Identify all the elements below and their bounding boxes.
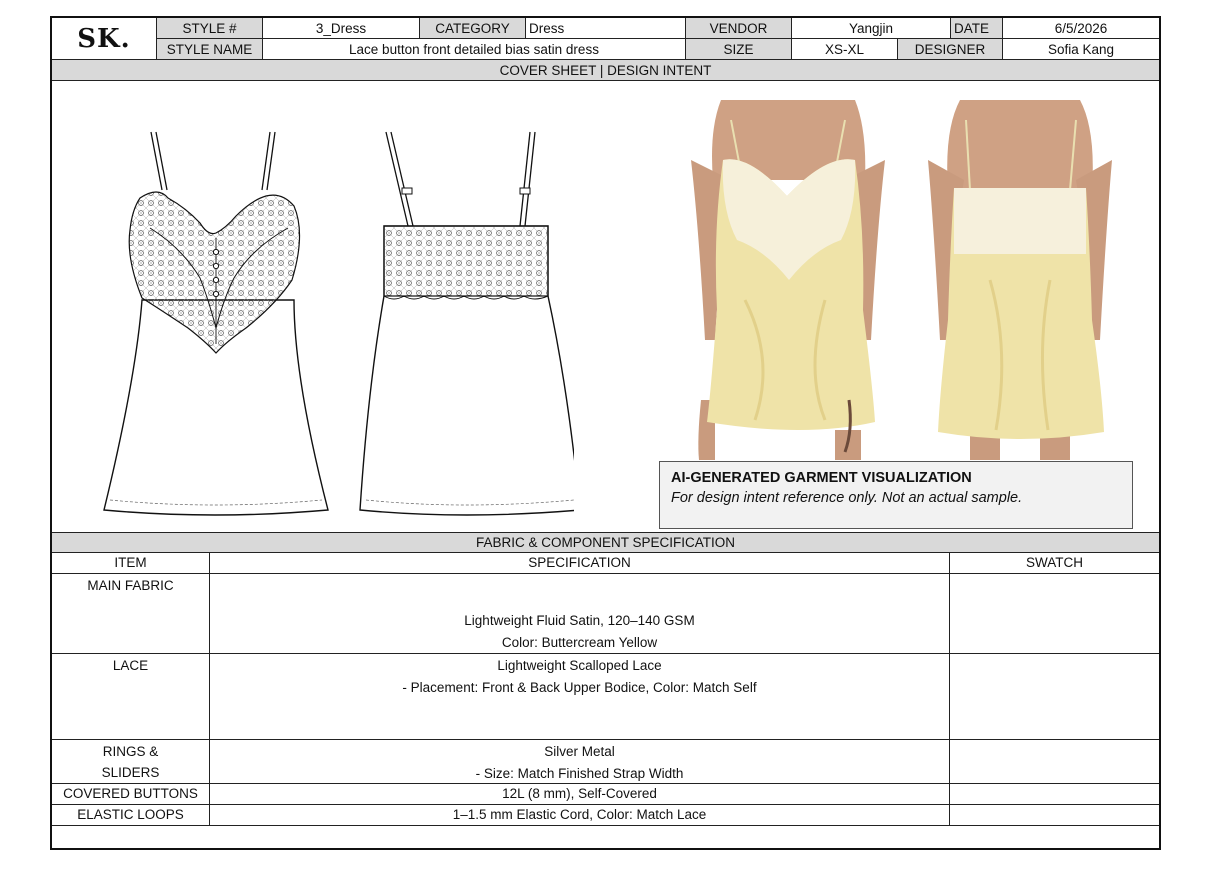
swatch-cell (950, 805, 1159, 825)
item-label: LACE (112, 658, 149, 673)
ai-visualization-notice: AI-GENERATED GARMENT VISUALIZATION For d… (659, 461, 1133, 529)
size-label: SIZE (686, 39, 792, 60)
spec-header-row: ITEM SPECIFICATION SWATCH (52, 553, 1159, 574)
item-label: RINGS & (102, 744, 159, 759)
spec-cell: 12L (8 mm), Self-Covered (210, 784, 950, 804)
spec-line: Color: Buttercream Yellow (501, 634, 658, 650)
item-label: ELASTIC LOOPS (77, 807, 184, 822)
swatch-cell (950, 574, 1159, 653)
spec-line: Silver Metal (544, 744, 615, 759)
item-label: MAIN FABRIC (87, 578, 174, 593)
notice-title: AI-GENERATED GARMENT VISUALIZATION (671, 470, 972, 486)
spec-row-covered-buttons: COVERED BUTTONS 12L (8 mm), Self-Covered (52, 784, 1159, 805)
spec-section-title: FABRIC & COMPONENT SPECIFICATION (52, 532, 1159, 553)
designer-value: Sofia Kang (1003, 39, 1159, 60)
style-name-value: Lace button front detailed bias satin dr… (263, 39, 686, 60)
ai-photo-front (685, 100, 891, 460)
swatch-cell (950, 784, 1159, 804)
spec-line: 12L (8 mm), Self-Covered (502, 786, 657, 801)
item-label: SLIDERS (101, 765, 160, 780)
back-flat-sketch (359, 131, 574, 516)
swatch-cell (950, 740, 1159, 783)
spec-row-main-fabric: MAIN FABRIC Lightweight Fluid Satin, 120… (52, 574, 1159, 654)
item-cell: ELASTIC LOOPS (52, 805, 210, 825)
cover-sheet-title: COVER SHEET | DESIGN INTENT (52, 60, 1159, 81)
spec-line: Lightweight Scalloped Lace (497, 658, 662, 673)
notice-text: For design intent reference only. Not an… (671, 490, 1023, 506)
col-item-header: ITEM (52, 553, 210, 573)
item-cell: RINGS & SLIDERS (52, 740, 210, 783)
front-flat-sketch (103, 131, 329, 516)
spec-cell: Lightweight Fluid Satin, 120–140 GSM Col… (210, 574, 950, 653)
spec-cell: Lightweight Scalloped Lace - Placement: … (210, 654, 950, 739)
date-label: DATE (951, 18, 1003, 39)
date-value: 6/5/2026 (1003, 18, 1159, 39)
spec-row-rings-sliders: RINGS & SLIDERS Silver Metal - Size: Mat… (52, 740, 1159, 784)
style-number-value: 3_Dress (263, 18, 420, 39)
spec-line: 1–1.5 mm Elastic Cord, Color: Match Lace (452, 807, 707, 822)
item-label: COVERED BUTTONS (63, 786, 198, 801)
swatch-cell (950, 654, 1159, 739)
spec-cell: 1–1.5 mm Elastic Cord, Color: Match Lace (210, 805, 950, 825)
style-number-label: STYLE # (157, 18, 263, 39)
item-cell: LACE (52, 654, 210, 739)
ai-photo-back (920, 100, 1120, 460)
vendor-value: Yangjin (792, 18, 951, 39)
item-cell: MAIN FABRIC (52, 574, 210, 653)
size-value: XS-XL (792, 39, 898, 60)
logo-text: SK. (77, 23, 131, 54)
brand-logo: SK. (52, 18, 157, 60)
spec-line: - Size: Match Finished Strap Width (475, 765, 684, 781)
spec-line: Lightweight Fluid Satin, 120–140 GSM (464, 613, 695, 628)
spec-cell: Silver Metal - Size: Match Finished Stra… (210, 740, 950, 783)
col-spec-header: SPECIFICATION (210, 553, 950, 573)
tech-pack-sheet: SK. STYLE # 3_Dress CATEGORY Dress VENDO… (50, 16, 1161, 850)
vendor-label: VENDOR (686, 18, 792, 39)
col-swatch-header: SWATCH (1026, 555, 1083, 570)
item-cell: COVERED BUTTONS (52, 784, 210, 804)
spec-line: - Placement: Front & Back Upper Bodice, … (402, 679, 757, 695)
spec-row-lace: LACE Lightweight Scalloped Lace - Placem… (52, 654, 1159, 740)
style-name-label: STYLE NAME (157, 39, 263, 60)
spec-row-elastic-loops: ELASTIC LOOPS 1–1.5 mm Elastic Cord, Col… (52, 805, 1159, 826)
category-value: Dress (526, 18, 686, 39)
designer-label: DESIGNER (898, 39, 1003, 60)
category-label: CATEGORY (420, 18, 526, 39)
